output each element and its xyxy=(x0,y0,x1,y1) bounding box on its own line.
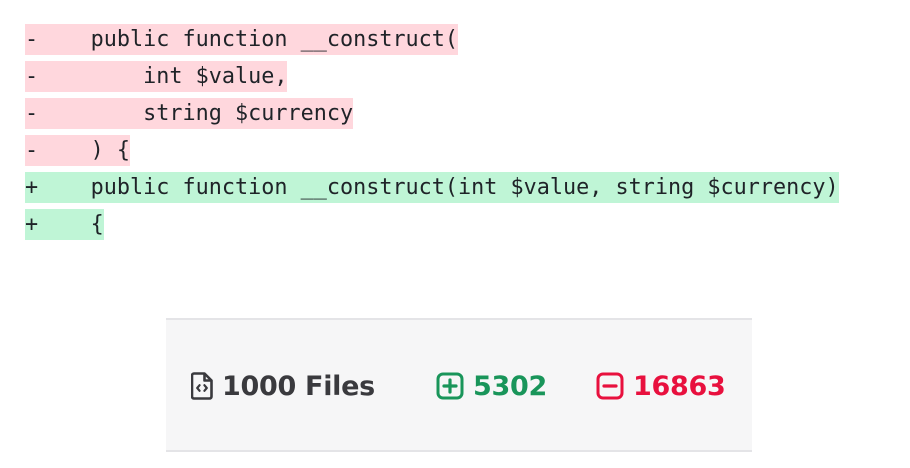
minus-square-icon xyxy=(596,372,624,400)
diff-line-text: + { xyxy=(25,209,104,240)
diff-line-deleted: - string $currency xyxy=(25,98,839,135)
diff-line-text: - int $value, xyxy=(25,61,288,92)
diff-line-added: + public function __construct(int $value… xyxy=(25,172,839,209)
diff-line-text: - public function __construct( xyxy=(25,24,459,55)
file-code-icon xyxy=(191,372,213,400)
files-count: 1000 Files xyxy=(191,368,375,404)
diff-line-text: + public function __construct(int $value… xyxy=(25,172,839,203)
diff-line-deleted: - public function __construct( xyxy=(25,24,839,61)
diff-line-added: + { xyxy=(25,209,839,246)
deletions-value: 16863 xyxy=(633,370,726,402)
diff-line-deleted: - ) { xyxy=(25,135,839,172)
diff-line-text: - string $currency xyxy=(25,98,354,129)
plus-square-icon xyxy=(436,372,464,400)
deletions-count: 16863 xyxy=(596,368,726,404)
additions-count: 5302 xyxy=(436,368,547,404)
files-count-label: 1000 Files xyxy=(222,370,375,402)
code-diff: - public function __construct( - int $va… xyxy=(25,24,839,246)
diff-line-deleted: - int $value, xyxy=(25,61,839,98)
diff-line-text: - ) { xyxy=(25,135,130,166)
diff-stats-bar: 1000 Files 5302 16863 xyxy=(166,318,752,452)
additions-value: 5302 xyxy=(473,370,547,402)
